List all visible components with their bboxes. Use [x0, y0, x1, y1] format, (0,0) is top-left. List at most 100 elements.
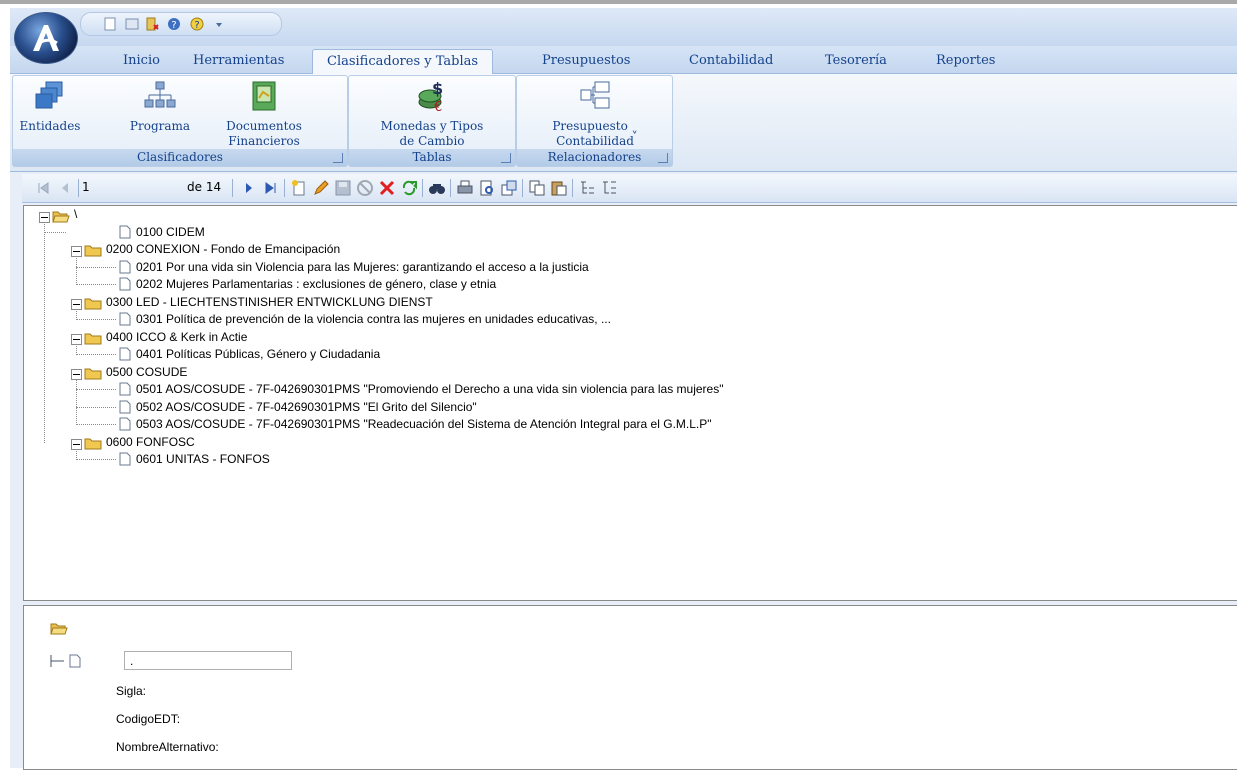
svg-text:?: ?	[194, 20, 199, 31]
refresh-icon[interactable]	[400, 179, 418, 197]
presupuesto-label-line1: Presupuesto ˬ	[552, 119, 638, 133]
exit-icon[interactable]	[145, 17, 159, 31]
sigla-label: Sigla:	[116, 684, 147, 698]
move-next-icon[interactable]	[240, 179, 258, 197]
ribbon-group-clasificadores: Entidades Programa Documentos Financiero…	[12, 75, 348, 167]
customize-toolbar-icon[interactable]	[215, 17, 223, 31]
tab-contabilidad[interactable]: Contabilidad	[689, 49, 773, 73]
document-icon	[119, 347, 131, 361]
clasificadores-group-label: Clasificadores	[13, 149, 347, 166]
print-preview-icon[interactable]	[478, 179, 496, 197]
tree-node[interactable]: 0502 AOS/COSUDE - 7F-042690301PMS "El Gr…	[136, 399, 477, 416]
delete-icon[interactable]	[378, 179, 396, 197]
relacionadores-dialog-launcher-icon[interactable]	[658, 153, 668, 163]
export-icon[interactable]	[500, 179, 518, 197]
position-field[interactable]: 1	[82, 180, 90, 194]
move-last-icon[interactable]	[262, 179, 280, 197]
save-icon[interactable]	[334, 179, 352, 197]
financial-book-icon	[252, 81, 276, 111]
tree-node[interactable]: 0202 Mujeres Parlamentarias : exclusione…	[136, 276, 496, 293]
move-previous-icon[interactable]	[56, 179, 74, 197]
tree-node[interactable]: 0400 ICCO & Kerk in Actie	[106, 329, 247, 346]
presupuesto-contabilidad-button[interactable]: Presupuesto ˬ Contabilidad	[525, 80, 665, 149]
tree-node[interactable]: 0100 CIDEM	[136, 224, 205, 241]
tree-node[interactable]: 0401 Políticas Públicas, Género y Ciudad…	[136, 346, 380, 363]
tree-node[interactable]: 0500 COSUDE	[106, 364, 187, 381]
print-icon[interactable]	[456, 179, 474, 197]
document-icon	[119, 400, 131, 414]
add-new-icon[interactable]	[290, 179, 308, 197]
tree-node[interactable]: 0501 AOS/COSUDE - 7F-042690301PMS "Promo…	[136, 381, 724, 398]
move-first-icon[interactable]	[34, 179, 52, 197]
tab-presupuestos[interactable]: Presupuestos	[542, 49, 630, 73]
document-icon	[119, 417, 131, 431]
tree-node[interactable]: 0600 FONFOSC	[106, 434, 195, 451]
monedas-tipos-cambio-button[interactable]: $ € Monedas y Tipos de Cambio	[359, 79, 505, 149]
collapse-tree-icon[interactable]	[600, 179, 618, 197]
tablas-dialog-launcher-icon[interactable]	[501, 153, 511, 163]
tab-tesoreria[interactable]: Tesorería	[825, 49, 887, 73]
tree-view[interactable]: \ 0100 CIDEM 0200 CONEXION - Fondo de Em…	[23, 205, 1237, 601]
tree-connector	[76, 319, 116, 320]
tree-node[interactable]: 0200 CONEXION - Fondo de Emancipación	[106, 241, 340, 258]
toolbar-separator	[422, 179, 423, 197]
entidades-button[interactable]: Entidades	[15, 80, 85, 134]
folder-icon	[84, 298, 102, 310]
clasificadores-dialog-launcher-icon[interactable]	[333, 153, 343, 163]
monedas-label-line1: Monedas y Tipos	[380, 119, 484, 133]
tab-herramientas[interactable]: Herramientas	[193, 49, 284, 73]
window-top-border	[0, 0, 1237, 4]
new-document-icon[interactable]	[103, 17, 117, 31]
collapse-toggle-icon[interactable]	[71, 334, 82, 345]
folder-icon	[84, 333, 102, 345]
cancel-icon[interactable]	[356, 179, 374, 197]
documentos-financieros-button[interactable]: Documentos Financieros	[199, 80, 329, 149]
folder-icon	[84, 245, 102, 257]
relation-icon	[580, 81, 610, 109]
ribbon-group-tablas: $ € Monedas y Tipos de Cambio Tablas	[348, 75, 516, 167]
node-name-input[interactable]: .	[124, 651, 292, 670]
document-icon	[119, 452, 131, 466]
collapse-toggle-icon[interactable]	[71, 369, 82, 380]
nombre-alternativo-label: NombreAlternativo:	[116, 740, 219, 754]
tab-clasificadores-y-tablas[interactable]: Clasificadores y Tablas	[312, 49, 494, 74]
about-icon[interactable]: ?	[189, 17, 205, 31]
find-binoculars-icon[interactable]	[428, 179, 446, 197]
edit-pencil-icon[interactable]	[312, 179, 330, 197]
tab-reportes[interactable]: Reportes	[936, 49, 995, 73]
ribbon-group-relacionadores: Presupuesto ˬ Contabilidad Relacionadore…	[516, 75, 673, 167]
expand-tree-icon[interactable]	[578, 179, 596, 197]
documentos-label-line1: Documentos	[226, 119, 302, 133]
programa-button[interactable]: Programa	[119, 80, 201, 134]
document-icon	[119, 260, 131, 274]
open-folder-icon	[50, 623, 68, 635]
app-logo-icon	[33, 25, 59, 51]
folder-icon	[84, 438, 102, 450]
tree-root-label[interactable]: \	[74, 206, 77, 223]
application-orb-button[interactable]	[14, 12, 78, 64]
left-frame	[10, 174, 22, 768]
ribbon-panel: Entidades Programa Documentos Financiero…	[10, 74, 1237, 172]
tree-node[interactable]: 0601 UNITAS - FONFOS	[136, 451, 270, 468]
window-icon[interactable]	[125, 17, 139, 31]
toolbar-separator	[522, 179, 523, 197]
tree-node[interactable]: 0201 Por una vida sin Violencia para las…	[136, 259, 589, 276]
currency-exchange-icon: $ €	[418, 79, 443, 115]
tree-node[interactable]: 0301 Política de prevención de la violen…	[136, 311, 611, 328]
copy-icon[interactable]	[528, 179, 546, 197]
help-icon[interactable]: ?	[167, 17, 181, 31]
collapse-toggle-icon[interactable]	[71, 299, 82, 310]
svg-text:$: $	[432, 80, 443, 98]
svg-text:€: €	[434, 100, 442, 112]
toolbar-separator	[232, 179, 233, 197]
collapse-toggle-icon[interactable]	[71, 246, 82, 257]
tree-connector	[76, 389, 116, 390]
paste-icon[interactable]	[550, 179, 568, 197]
collapse-toggle-icon[interactable]	[39, 212, 50, 223]
tree-node[interactable]: 0300 LED - LIECHTENSTINISHER ENTWICKLUNG…	[106, 294, 433, 311]
tab-inicio[interactable]: Inicio	[123, 49, 160, 73]
collapse-toggle-icon[interactable]	[71, 439, 82, 450]
tablas-group-label: Tablas	[349, 149, 515, 166]
toolbar-separator	[284, 179, 285, 197]
tree-node[interactable]: 0503 AOS/COSUDE - 7F-042690301PMS "Reade…	[136, 416, 712, 433]
